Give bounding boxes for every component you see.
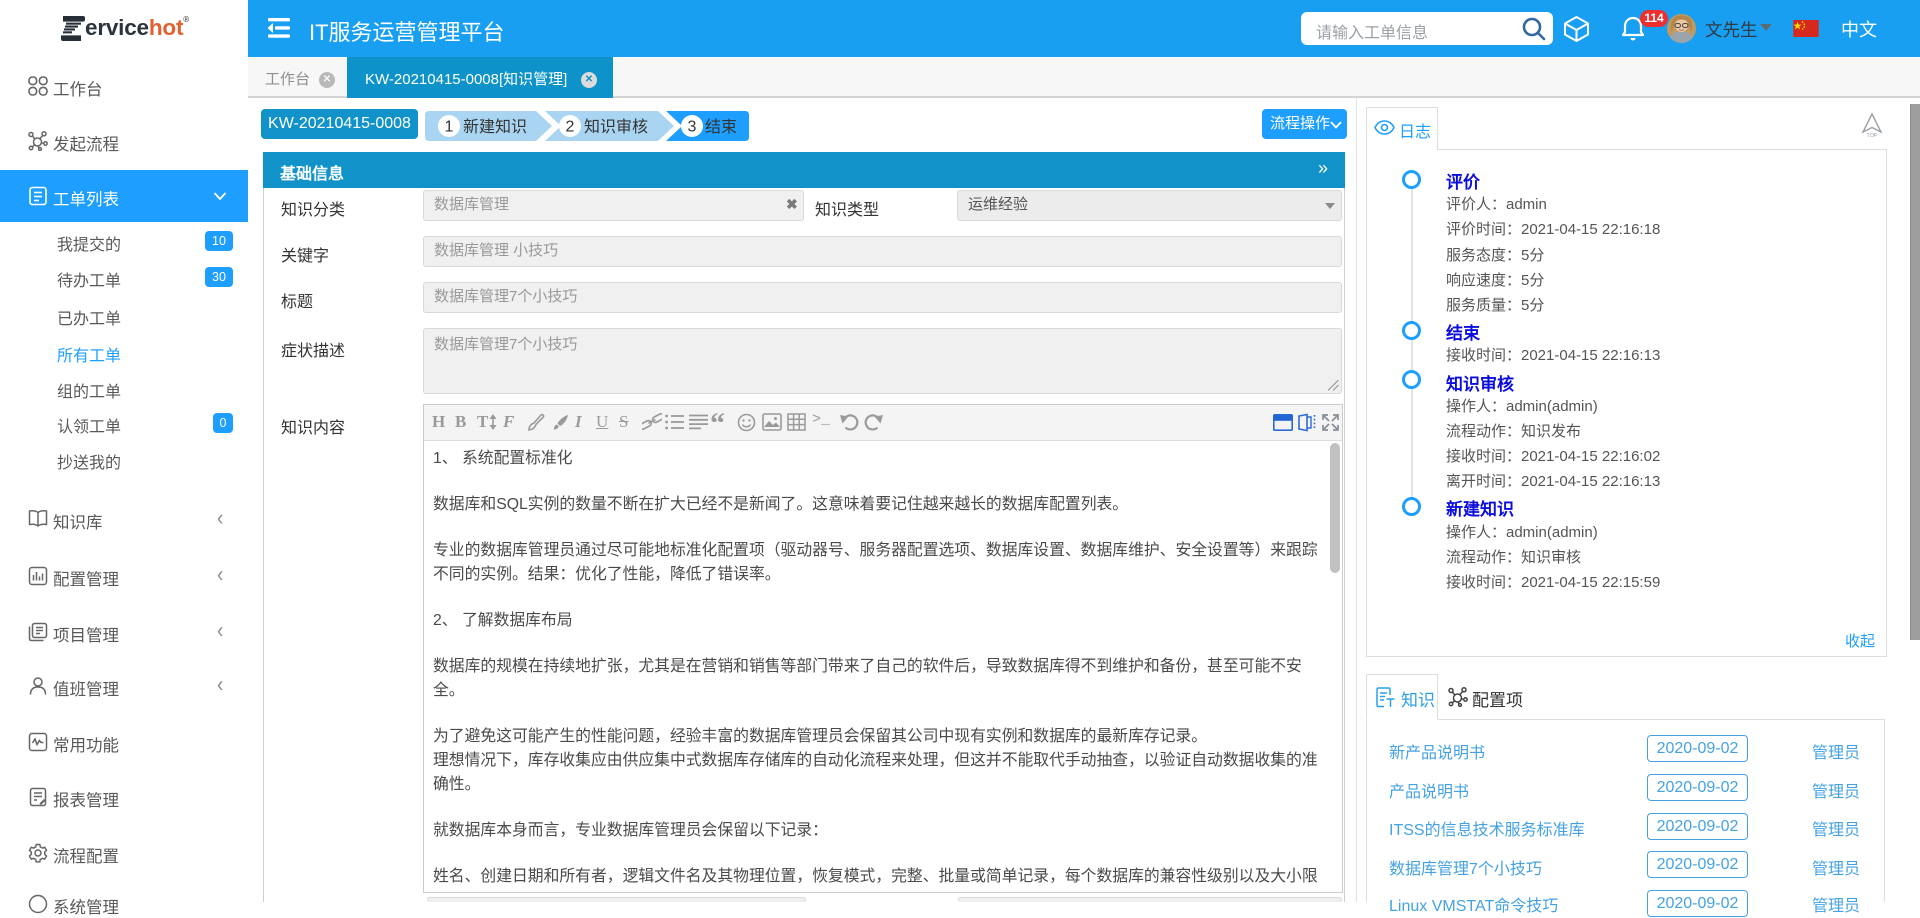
svg-text:知识审核: 知识审核: [584, 118, 648, 136]
svg-text:结束: 结束: [705, 118, 737, 136]
svg-text:2: 2: [566, 119, 575, 136]
svg-text:新建知识: 新建知识: [463, 118, 527, 136]
svg-text:1: 1: [445, 119, 454, 136]
svg-text:3: 3: [688, 119, 697, 136]
svg-text:TOP: TOP: [1866, 133, 1878, 138]
